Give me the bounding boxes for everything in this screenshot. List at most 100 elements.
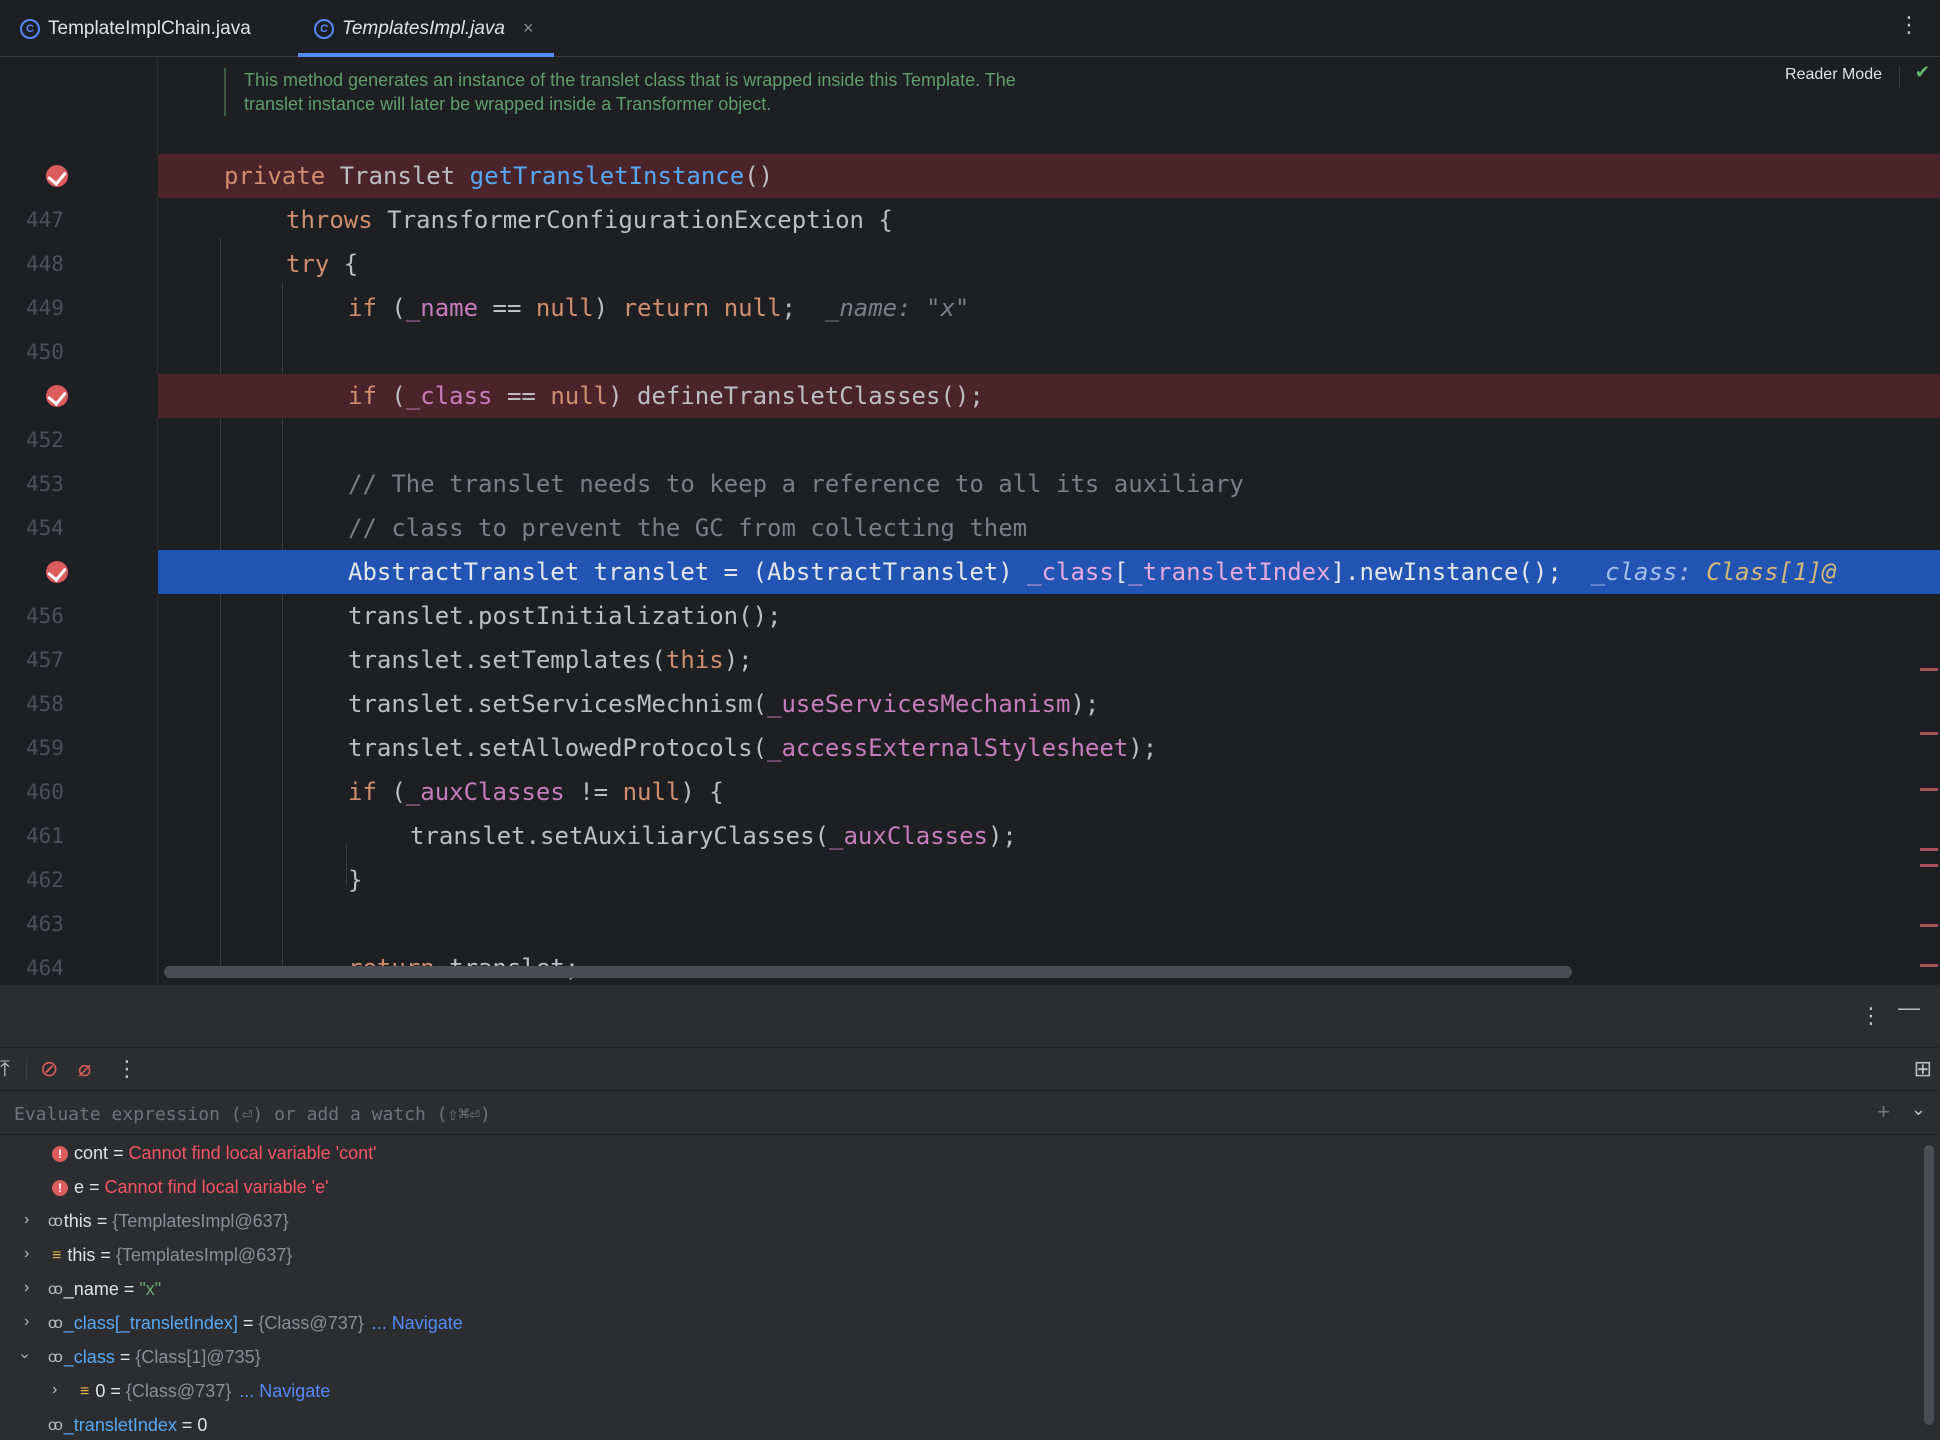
code-line[interactable]: 464 return translet; xyxy=(0,946,1940,984)
reader-mode-button[interactable]: Reader Mode xyxy=(1785,66,1882,84)
vertical-scrollbar[interactable] xyxy=(1924,1145,1934,1425)
code-line[interactable]: 462 } xyxy=(0,858,1940,902)
breakpoint-icon[interactable] xyxy=(46,561,68,583)
breakpoint-icon[interactable] xyxy=(46,385,68,407)
navigate-link[interactable]: ... Navigate xyxy=(372,1313,463,1334)
code-text[interactable]: try { xyxy=(286,250,358,278)
variable-row[interactable]: ! e = Cannot find local variable 'e' xyxy=(0,1171,1920,1205)
variable-row[interactable]: ! cont = Cannot find local variable 'con… xyxy=(0,1137,1920,1171)
tab-templatesimpl[interactable]: C TemplatesImpl.java × xyxy=(314,0,534,57)
gutter-cell[interactable]: 448 xyxy=(0,242,158,286)
code-line[interactable]: 453 // The translet needs to keep a refe… xyxy=(0,462,1940,506)
layout-icon[interactable]: ⊞ xyxy=(1914,1056,1932,1082)
code-line[interactable]: 452 xyxy=(0,418,1940,462)
code-text[interactable]: translet.setAllowedProtocols(_accessExte… xyxy=(348,734,1157,762)
code-comment[interactable]: // class to prevent the GC from collecti… xyxy=(348,514,1027,542)
error-stripe-mark[interactable] xyxy=(1920,924,1938,927)
export-icon[interactable]: ⤒ xyxy=(0,1056,10,1082)
gutter-cell[interactable]: 450 xyxy=(0,330,158,374)
chevron-down-icon[interactable]: › xyxy=(16,1353,34,1358)
code-text[interactable]: if (_name == null) return null; _name: "… xyxy=(348,294,969,322)
variable-row[interactable]: › oo _class = {Class[1]@735} xyxy=(0,1341,1920,1375)
code-line[interactable]: 457 translet.setTemplates(this); xyxy=(0,638,1940,682)
error-stripe-mark[interactable] xyxy=(1920,848,1938,851)
code-comment[interactable]: // The translet needs to keep a referenc… xyxy=(348,470,1244,498)
variable-row[interactable]: › ≡ 0 = {Class@737}... Navigate xyxy=(0,1375,1920,1409)
more-options-icon[interactable]: ⋮ xyxy=(1898,14,1920,36)
chevron-right-icon[interactable]: › xyxy=(24,1245,29,1263)
gutter-cell[interactable]: 457 xyxy=(0,638,158,682)
chevron-right-icon[interactable]: › xyxy=(52,1381,57,1399)
variable-row[interactable]: oo _transletIndex = 0 xyxy=(0,1409,1920,1440)
code-text[interactable]: if (_class == null) defineTransletClasse… xyxy=(348,382,984,410)
code-text[interactable]: throws TransformerConfigurationException… xyxy=(286,206,893,234)
gutter-cell[interactable]: 449 xyxy=(0,286,158,330)
chevron-right-icon[interactable]: › xyxy=(24,1211,29,1229)
more-options-icon[interactable]: ⋮ xyxy=(1860,1003,1882,1029)
error-stripe-mark[interactable] xyxy=(1920,732,1938,735)
code-line[interactable]: 454 // class to prevent the GC from coll… xyxy=(0,506,1940,550)
code-line-execution-point[interactable]: AbstractTranslet translet = (AbstractTra… xyxy=(0,550,1940,594)
code-text[interactable]: translet.setAuxiliaryClasses(_auxClasses… xyxy=(410,822,1017,850)
evaluate-expression-input[interactable] xyxy=(14,1101,1834,1127)
gutter-cell[interactable] xyxy=(0,374,158,418)
horizontal-scrollbar[interactable] xyxy=(164,966,1572,978)
code-line[interactable]: 449 if (_name == null) return null; _nam… xyxy=(0,286,1940,330)
code-text[interactable]: translet.setTemplates(this); xyxy=(348,646,753,674)
gutter-cell[interactable]: 464 xyxy=(0,946,158,984)
code-text[interactable]: } xyxy=(348,866,362,894)
tab-templateimplchain[interactable]: C TemplateImplChain.java xyxy=(20,0,251,57)
chevron-down-icon[interactable]: ⌄ xyxy=(1911,1099,1926,1120)
code-text[interactable]: private Translet getTransletInstance() xyxy=(224,162,773,190)
code-text[interactable]: if (_auxClasses != null) { xyxy=(348,778,724,806)
error-stripe-mark[interactable] xyxy=(1920,964,1938,967)
chevron-right-icon[interactable]: › xyxy=(24,1279,29,1297)
close-icon[interactable]: × xyxy=(523,18,534,39)
view-breakpoints-icon[interactable]: ⊘ xyxy=(40,1056,58,1082)
gutter-cell[interactable]: 452 xyxy=(0,418,158,462)
more-options-icon[interactable]: ⋮ xyxy=(116,1056,138,1082)
code-text[interactable]: AbstractTranslet translet = (AbstractTra… xyxy=(348,558,1836,586)
code-line[interactable]: 450 xyxy=(0,330,1940,374)
error-stripe-mark[interactable] xyxy=(1920,668,1938,671)
gutter-cell[interactable]: 453 xyxy=(0,462,158,506)
inspection-ok-icon[interactable]: ✔ xyxy=(1915,62,1930,83)
code-line[interactable]: 456 translet.postInitialization(); xyxy=(0,594,1940,638)
gutter-cell[interactable]: 460 xyxy=(0,770,158,814)
code-line-breakpoint[interactable]: if (_class == null) defineTransletClasse… xyxy=(0,374,1940,418)
active-tab-indicator xyxy=(298,53,554,57)
gutter-cell[interactable]: 458 xyxy=(0,682,158,726)
gutter-cell[interactable]: 462 xyxy=(0,858,158,902)
code-line[interactable]: 458 translet.setServicesMechnism(_useSer… xyxy=(0,682,1940,726)
variable-row[interactable]: › oo _name = "x" xyxy=(0,1273,1920,1307)
gutter-cell[interactable] xyxy=(0,550,158,594)
chevron-right-icon[interactable]: › xyxy=(24,1313,29,1331)
code-line[interactable]: 463 xyxy=(0,902,1940,946)
code-line[interactable]: 460 if (_auxClasses != null) { xyxy=(0,770,1940,814)
code-line[interactable]: 448 try { xyxy=(0,242,1940,286)
gutter-cell[interactable]: 463 xyxy=(0,902,158,946)
navigate-link[interactable]: ... Navigate xyxy=(239,1381,330,1402)
gutter-cell[interactable]: 454 xyxy=(0,506,158,550)
error-stripe-mark[interactable] xyxy=(1920,788,1938,791)
variable-row[interactable]: › ≡ this = {TemplatesImpl@637} xyxy=(0,1239,1920,1273)
gutter-cell[interactable] xyxy=(0,154,158,198)
gutter-cell[interactable]: 447 xyxy=(0,198,158,242)
mute-breakpoints-icon[interactable]: ⌀ xyxy=(78,1056,91,1082)
breakpoint-icon[interactable] xyxy=(46,165,68,187)
variable-row[interactable]: › oo this = {TemplatesImpl@637} xyxy=(0,1205,1920,1239)
code-text[interactable]: translet.setServicesMechnism(_useService… xyxy=(348,690,1099,718)
error-stripe-mark[interactable] xyxy=(1920,864,1938,867)
gutter-cell[interactable]: 459 xyxy=(0,726,158,770)
code-editor[interactable]: This method generates an instance of the… xyxy=(0,58,1940,984)
code-text[interactable]: translet.postInitialization(); xyxy=(348,602,781,630)
gutter-cell[interactable]: 461 xyxy=(0,814,158,858)
code-line[interactable]: 459 translet.setAllowedProtocols(_access… xyxy=(0,726,1940,770)
minimize-icon[interactable]: — xyxy=(1898,995,1920,1021)
code-line[interactable]: 461 translet.setAuxiliaryClasses(_auxCla… xyxy=(0,814,1940,858)
add-watch-icon[interactable]: + xyxy=(1877,1099,1890,1125)
code-line-breakpoint[interactable]: private Translet getTransletInstance() xyxy=(0,154,1940,198)
variable-row[interactable]: › oo _class[_transletIndex] = {Class@737… xyxy=(0,1307,1920,1341)
gutter-cell[interactable]: 456 xyxy=(0,594,158,638)
code-line[interactable]: 447 throws TransformerConfigurationExcep… xyxy=(0,198,1940,242)
